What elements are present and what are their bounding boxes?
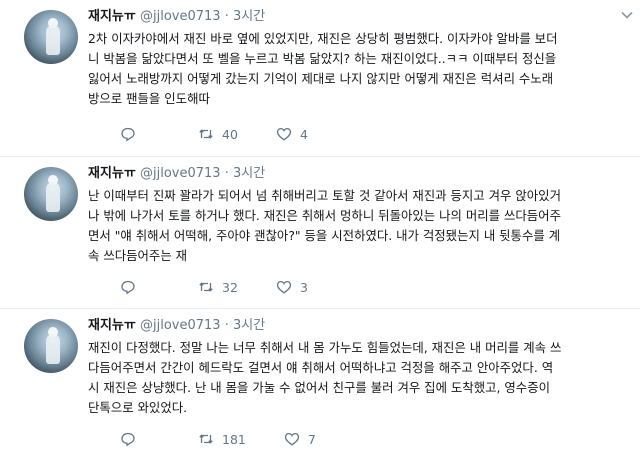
like-button[interactable]: 4 [276,126,316,142]
user-name[interactable]: 재지뉴ㅠ [88,9,136,24]
separator: · [224,318,229,333]
timestamp[interactable]: 3시간 [233,9,265,24]
reply-icon [121,432,135,447]
like-button[interactable]: 7 [284,431,324,447]
tweet-line: 다듬어주면서 간간이 헤드락도 걸면서 얘 취해서 어떡하냐고 걱정을 해주고 … [88,360,554,375]
avatar[interactable] [24,167,78,221]
tweet-content: 재지뉴ㅠ @jjlove0713 · 3시간 2차 이자카야에서 재진 바로 옆… [88,8,618,109]
chevron-down-icon[interactable] [620,8,634,22]
reply-button[interactable] [120,126,160,142]
reply-button[interactable] [120,279,160,295]
tweet-line: 잃어서 노래방까지 어떻게 갔는지 기억이 제대로 나지 않지만 어떻게 재진은… [88,71,554,86]
tweet[interactable]: 재지뉴ㅠ @jjlove0713 · 3시간 2차 이자카야에서 재진 바로 옆… [0,0,640,157]
tweet-line: 단톡으로 와있었다. [88,400,188,415]
like-count: 7 [307,431,316,447]
avatar[interactable] [24,10,78,64]
tweet-header: 재지뉴ㅠ @jjlove0713 · 3시간 [88,165,618,183]
retweet-button[interactable]: 181 [198,431,246,447]
tweet[interactable]: 재지뉴ㅠ @jjlove0713 · 3시간 재진이 다정했다. 정말 나는 너… [0,309,640,463]
separator: · [224,9,229,24]
timestamp[interactable]: 3시간 [233,166,265,181]
retweet-icon [199,129,213,139]
retweet-button[interactable]: 40 [198,126,238,142]
tweet-header: 재지뉴ㅠ @jjlove0713 · 3시간 [88,317,618,335]
avatar[interactable] [24,319,78,373]
tweet-line: 면서 "얘 취해서 어떡해, 주아야 괜찮아?" 등을 시전하였다. 내가 걱정… [88,228,561,243]
tweet-actions: 181 7 [120,431,362,447]
tweet-line: 나 밖에 나가서 토를 하거나 했다. 재진은 취해서 멍하니 뒤돌아있는 나의… [88,208,561,223]
reply-icon [121,280,135,295]
retweet-icon [199,282,213,292]
tweet-content: 재지뉴ㅠ @jjlove0713 · 3시간 재진이 다정했다. 정말 나는 너… [88,317,618,418]
tweet-line: 속 쓰다듬어주는 재 [88,248,188,263]
heart-icon [276,127,292,141]
tweet-line: 시 재진은 상냥했다. 난 내 몸을 가눌 수 없어서 친구를 불러 겨우 집에… [88,380,550,395]
tweet-actions: 32 3 [120,279,354,295]
tweet-text: 재진이 다정했다. 정말 나는 너무 취해서 내 몸 가누도 힘들었는데, 재진… [88,338,618,418]
tweet-line: 난 이때부터 진짜 꽐라가 되어서 넘 취해버리고 토할 것 같아서 재진과 등… [88,188,561,203]
tweet-actions: 40 4 [120,126,354,142]
tweet-text: 난 이때부터 진짜 꽐라가 되어서 넘 취해버리고 토할 것 같아서 재진과 등… [88,186,618,266]
user-handle[interactable]: @jjlove0713 [140,9,221,24]
heart-icon [276,280,292,294]
timestamp[interactable]: 3시간 [233,318,265,333]
tweet-line: 방으로 팬들을 인도해따 [88,91,210,106]
tweet-line: 재진이 다정했다. 정말 나는 너무 취해서 내 몸 가누도 힘들었는데, 재진… [88,340,562,355]
separator: · [224,166,229,181]
timeline: 재지뉴ㅠ @jjlove0713 · 3시간 2차 이자카야에서 재진 바로 옆… [0,0,640,463]
tweet[interactable]: 재지뉴ㅠ @jjlove0713 · 3시간 난 이때부터 진짜 꽐라가 되어서… [0,157,640,309]
tweet-line: 니 박봄을 닮았다면서 또 벨을 누르고 박봄 닮았지? 하는 재진이었다..ㅋ… [88,51,557,66]
tweet-content: 재지뉴ㅠ @jjlove0713 · 3시간 난 이때부터 진짜 꽐라가 되어서… [88,165,618,266]
retweet-count: 32 [222,279,238,295]
retweet-count: 181 [222,431,246,447]
user-name[interactable]: 재지뉴ㅠ [88,166,136,181]
retweet-button[interactable]: 32 [198,279,238,295]
heart-icon [284,432,300,446]
like-button[interactable]: 3 [276,279,316,295]
user-handle[interactable]: @jjlove0713 [140,318,221,333]
reply-icon [121,127,135,142]
user-handle[interactable]: @jjlove0713 [140,166,221,181]
retweet-count: 40 [222,126,238,142]
tweet-header: 재지뉴ㅠ @jjlove0713 · 3시간 [88,8,618,26]
retweet-icon [199,434,213,444]
like-count: 4 [300,126,308,142]
like-count: 3 [300,279,308,295]
reply-button[interactable] [120,431,160,447]
user-name[interactable]: 재지뉴ㅠ [88,318,136,333]
tweet-line: 2차 이자카야에서 재진 바로 옆에 있었지만, 재진은 상당히 평범했다. 이… [88,31,558,46]
tweet-text: 2차 이자카야에서 재진 바로 옆에 있었지만, 재진은 상당히 평범했다. 이… [88,29,618,109]
